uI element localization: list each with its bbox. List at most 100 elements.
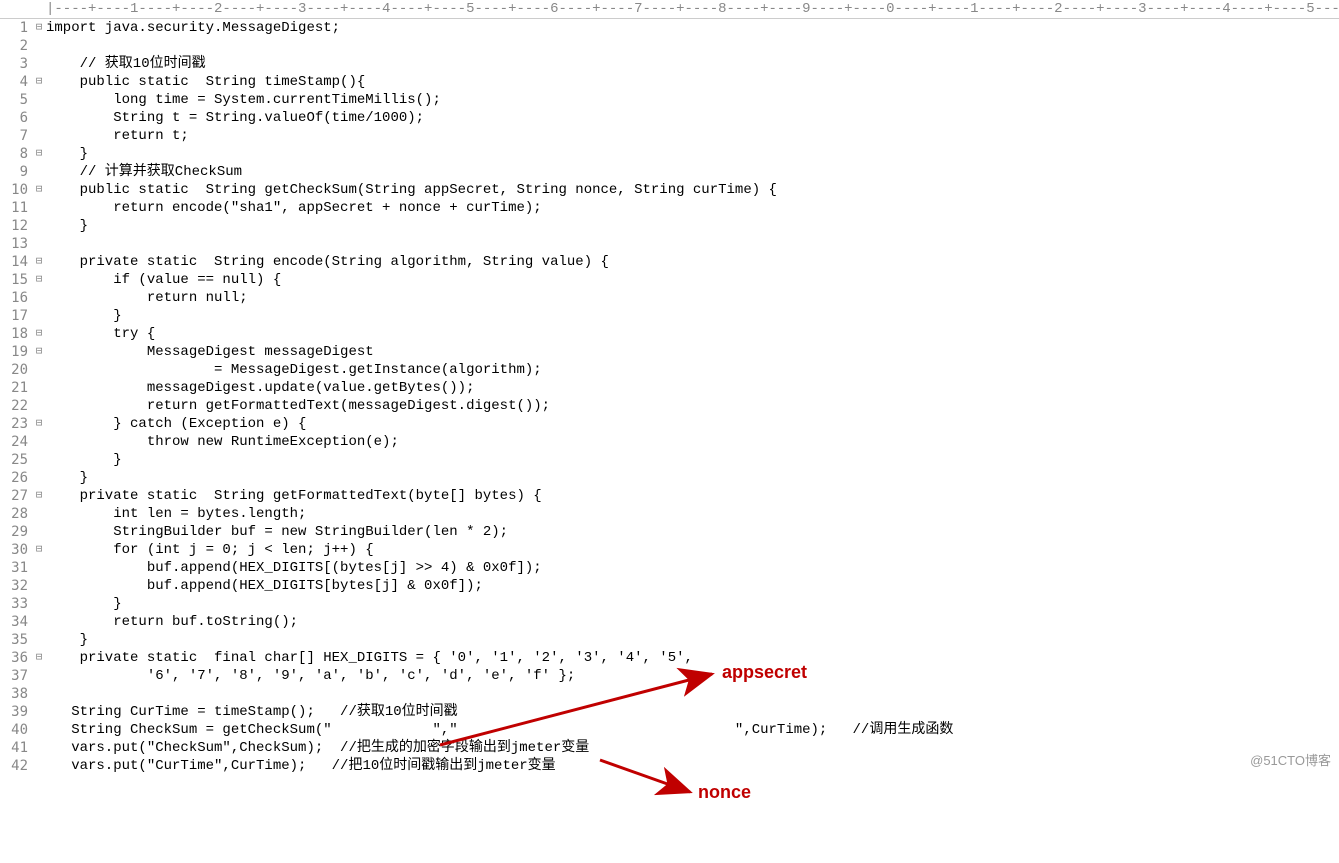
code-line: 41 vars.put("CheckSum",CheckSum); //把生成的… — [0, 739, 1339, 757]
code-line: 1⊟import java.security.MessageDigest; — [0, 19, 1339, 37]
line-number: 29 — [0, 523, 32, 541]
line-number: 20 — [0, 361, 32, 379]
line-number: 19 — [0, 343, 32, 361]
code-line: 34 return buf.toString(); — [0, 613, 1339, 631]
code-line: 16 return null; — [0, 289, 1339, 307]
line-number: 7 — [0, 127, 32, 145]
source-text: // 计算并获取CheckSum — [46, 163, 242, 181]
line-number: 42 — [0, 757, 32, 775]
line-number: 11 — [0, 199, 32, 217]
line-number: 6 — [0, 109, 32, 127]
source-text: } — [46, 145, 88, 163]
code-line: 42 vars.put("CurTime",CurTime); //把10位时间… — [0, 757, 1339, 775]
source-text: messageDigest.update(value.getBytes()); — [46, 379, 474, 397]
code-line: 35 } — [0, 631, 1339, 649]
fold-icon[interactable]: ⊟ — [32, 73, 46, 91]
annotation-appsecret: appsecret — [722, 662, 807, 683]
code-line: 21 messageDigest.update(value.getBytes()… — [0, 379, 1339, 397]
code-line: 23⊟ } catch (Exception e) { — [0, 415, 1339, 433]
source-text: return encode("sha1", appSecret + nonce … — [46, 199, 542, 217]
fold-icon[interactable]: ⊟ — [32, 145, 46, 163]
line-number: 41 — [0, 739, 32, 757]
line-number: 40 — [0, 721, 32, 739]
source-text: private static String encode(String algo… — [46, 253, 609, 271]
line-number: 2 — [0, 37, 32, 55]
fold-icon[interactable]: ⊟ — [32, 19, 46, 37]
code-line: 14⊟ private static String encode(String … — [0, 253, 1339, 271]
source-text: MessageDigest messageDigest — [46, 343, 374, 361]
source-text: try { — [46, 325, 155, 343]
code-line: 5 long time = System.currentTimeMillis()… — [0, 91, 1339, 109]
line-number: 28 — [0, 505, 32, 523]
line-number: 4 — [0, 73, 32, 91]
source-text: } — [46, 469, 88, 487]
source-text: private static final char[] HEX_DIGITS =… — [46, 649, 693, 667]
fold-icon[interactable]: ⊟ — [32, 415, 46, 433]
line-number: 12 — [0, 217, 32, 235]
source-text: throw new RuntimeException(e); — [46, 433, 399, 451]
code-line: 6 String t = String.valueOf(time/1000); — [0, 109, 1339, 127]
fold-icon[interactable]: ⊟ — [32, 487, 46, 505]
fold-icon[interactable]: ⊟ — [32, 271, 46, 289]
line-number: 23 — [0, 415, 32, 433]
source-text: StringBuilder buf = new StringBuilder(le… — [46, 523, 508, 541]
code-line: 31 buf.append(HEX_DIGITS[(bytes[j] >> 4)… — [0, 559, 1339, 577]
code-line: 32 buf.append(HEX_DIGITS[bytes[j] & 0x0f… — [0, 577, 1339, 595]
line-number: 1 — [0, 19, 32, 37]
watermark: @51CTO博客 — [1250, 750, 1331, 769]
code-line: 10⊟ public static String getCheckSum(Str… — [0, 181, 1339, 199]
line-number: 25 — [0, 451, 32, 469]
line-number: 3 — [0, 55, 32, 73]
code-line: 18⊟ try { — [0, 325, 1339, 343]
source-text: return t; — [46, 127, 189, 145]
code-line: 27⊟ private static String getFormattedTe… — [0, 487, 1339, 505]
source-text: return buf.toString(); — [46, 613, 298, 631]
source-text: buf.append(HEX_DIGITS[bytes[j] & 0x0f]); — [46, 577, 483, 595]
source-text: vars.put("CheckSum",CheckSum); //把生成的加密字… — [46, 739, 589, 757]
source-text: int len = bytes.length; — [46, 505, 306, 523]
line-number: 17 — [0, 307, 32, 325]
line-number: 24 — [0, 433, 32, 451]
code-line: 17 } — [0, 307, 1339, 325]
code-line: 36⊟ private static final char[] HEX_DIGI… — [0, 649, 1339, 667]
code-line: 37 '6', '7', '8', '9', 'a', 'b', 'c', 'd… — [0, 667, 1339, 685]
line-number: 34 — [0, 613, 32, 631]
line-number: 30 — [0, 541, 32, 559]
code-line: 39 String CurTime = timeStamp(); //获取10位… — [0, 703, 1339, 721]
fold-icon[interactable]: ⊟ — [32, 253, 46, 271]
line-number: 33 — [0, 595, 32, 613]
fold-icon[interactable]: ⊟ — [32, 181, 46, 199]
code-line: 20 = MessageDigest.getInstance(algorithm… — [0, 361, 1339, 379]
line-number: 8 — [0, 145, 32, 163]
fold-icon[interactable]: ⊟ — [32, 325, 46, 343]
fold-icon[interactable]: ⊟ — [32, 649, 46, 667]
code-line: 8⊟ } — [0, 145, 1339, 163]
source-text: import java.security.MessageDigest; — [46, 19, 340, 37]
source-text: if (value == null) { — [46, 271, 281, 289]
line-number: 10 — [0, 181, 32, 199]
code-line: 38 — [0, 685, 1339, 703]
annotation-nonce: nonce — [698, 782, 751, 803]
line-number: 21 — [0, 379, 32, 397]
source-text: private static String getFormattedText(b… — [46, 487, 542, 505]
fold-icon[interactable]: ⊟ — [32, 541, 46, 559]
code-line: 33 } — [0, 595, 1339, 613]
source-text: } — [46, 451, 122, 469]
line-number: 36 — [0, 649, 32, 667]
source-text: return null; — [46, 289, 248, 307]
line-number: 39 — [0, 703, 32, 721]
code-line: 40 String CheckSum = getCheckSum(" "," "… — [0, 721, 1339, 739]
source-text: String CheckSum = getCheckSum(" "," ",Cu… — [46, 721, 953, 739]
source-text: } — [46, 631, 88, 649]
line-number: 32 — [0, 577, 32, 595]
line-number: 37 — [0, 667, 32, 685]
code-line: 9 // 计算并获取CheckSum — [0, 163, 1339, 181]
source-text: buf.append(HEX_DIGITS[(bytes[j] >> 4) & … — [46, 559, 542, 577]
fold-icon[interactable]: ⊟ — [32, 343, 46, 361]
line-number: 5 — [0, 91, 32, 109]
line-number: 35 — [0, 631, 32, 649]
line-number: 26 — [0, 469, 32, 487]
line-number: 14 — [0, 253, 32, 271]
line-number: 15 — [0, 271, 32, 289]
source-text: // 获取10位时间戳 — [46, 55, 206, 73]
